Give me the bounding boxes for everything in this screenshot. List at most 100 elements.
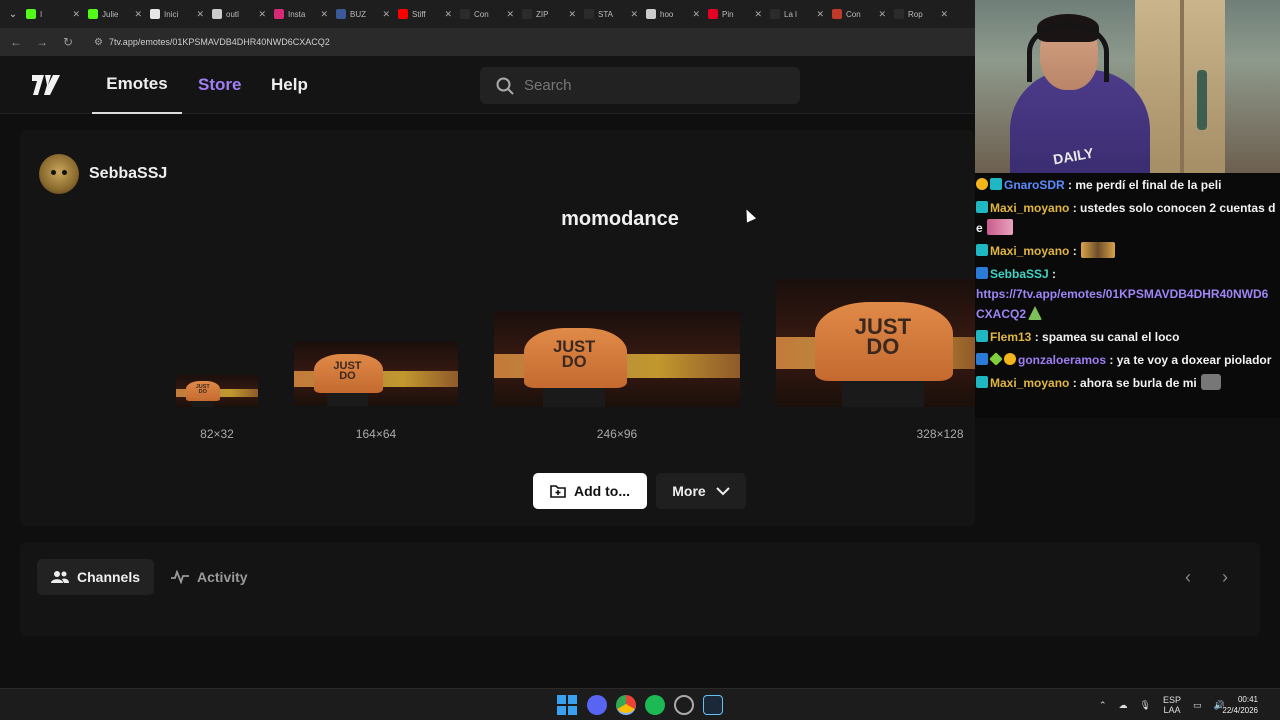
browser-tab[interactable]: BUZ ✕ <box>332 2 394 26</box>
close-tab-icon[interactable]: ✕ <box>630 9 638 20</box>
spotify-icon[interactable] <box>645 695 665 715</box>
emote-preview-image[interactable]: JUST DO <box>294 342 458 406</box>
clock-time: 00:41 <box>1237 695 1258 704</box>
chat-badge-icon <box>976 201 988 213</box>
taskbar-clock[interactable]: 00:41 22/4/2026 <box>1222 694 1258 716</box>
back-icon[interactable]: ← <box>8 34 24 50</box>
tab-favicon-icon <box>894 9 904 19</box>
emote-tabs-panel: Channels Activity ‹ › <box>20 542 1260 636</box>
browser-tab[interactable]: Con ✕ <box>828 2 890 26</box>
chat-message: gonzaloeramos : ya te voy a doxear piola… <box>976 350 1276 370</box>
tab-favicon-icon <box>770 9 780 19</box>
headset-icon <box>1027 22 1109 82</box>
chat-username[interactable]: Maxi_moyano <box>990 376 1069 390</box>
windows-start-icon[interactable] <box>557 695 577 715</box>
close-tab-icon[interactable]: ✕ <box>568 9 576 20</box>
chat-username[interactable]: Maxi_moyano <box>990 201 1069 215</box>
browser-tab[interactable]: Stiff ✕ <box>394 2 456 26</box>
browser-tab[interactable]: I ✕ <box>22 2 84 26</box>
browser-tab[interactable]: hoo ✕ <box>642 2 704 26</box>
tray-expand-icon[interactable]: ⌃ <box>1099 700 1107 711</box>
search-input[interactable]: Search <box>480 67 800 104</box>
chat-username[interactable]: Maxi_moyano <box>990 244 1069 258</box>
emote-preview-image[interactable]: JUST DO <box>494 311 740 407</box>
close-tab-icon[interactable]: ✕ <box>134 9 142 20</box>
activity-icon <box>171 570 189 584</box>
users-icon <box>51 571 69 583</box>
tab-label: outl <box>226 9 239 19</box>
browser-tab[interactable]: Insta ✕ <box>270 2 332 26</box>
forward-icon[interactable]: → <box>34 34 50 50</box>
emote-preview-image[interactable]: JUST DO <box>176 375 258 407</box>
network-icon[interactable]: ▭ <box>1193 700 1202 711</box>
emote-size-label: 82×32 <box>200 427 234 441</box>
tab-label: Con <box>474 9 489 19</box>
tab-activity[interactable]: Activity <box>157 559 262 595</box>
discord-icon[interactable] <box>587 695 607 715</box>
chat-link[interactable]: https://7tv.app/emotes/01KPSMAVDB4DHR40N… <box>976 287 1268 321</box>
tab-label: La l <box>784 9 797 19</box>
next-page-icon[interactable]: › <box>1214 566 1236 588</box>
close-tab-icon[interactable]: ✕ <box>72 9 80 20</box>
more-button[interactable]: More <box>656 473 746 509</box>
tab-favicon-icon <box>460 9 470 19</box>
tab-favicon-icon <box>336 9 346 19</box>
close-tab-icon[interactable]: ✕ <box>444 9 452 20</box>
browser-tab[interactable]: La l ✕ <box>766 2 828 26</box>
chat-message: SebbaSSJ : https://7tv.app/emotes/01KPSMA… <box>976 264 1276 324</box>
chat-username[interactable]: Flem13 <box>990 330 1031 344</box>
steam-icon[interactable] <box>703 695 723 715</box>
emote-preview-image[interactable]: JUST DO <box>776 279 975 407</box>
shirt-text: JUST DO <box>195 383 210 395</box>
close-tab-icon[interactable]: ✕ <box>506 9 514 20</box>
microphone-icon[interactable]: 🎙 <box>1140 700 1151 711</box>
settings-gear-icon[interactable] <box>674 695 694 715</box>
close-tab-icon[interactable]: ✕ <box>940 9 948 20</box>
reload-icon[interactable]: ↻ <box>60 34 76 50</box>
7tv-logo-icon[interactable] <box>31 72 61 98</box>
site-header: Emotes Store Help Search <box>0 56 975 114</box>
owner-name[interactable]: SebbaSSJ <box>89 165 167 183</box>
chat-username[interactable]: gonzaloeramos <box>1018 353 1106 367</box>
browser-tab[interactable]: Julie ✕ <box>84 2 146 26</box>
site-info-icon[interactable]: ⚙ <box>94 37 103 48</box>
nav-help[interactable]: Help <box>271 56 308 114</box>
close-tab-icon[interactable]: ✕ <box>692 9 700 20</box>
tab-label: STA <box>598 9 613 19</box>
tab-search-icon[interactable]: ⌄ <box>4 5 22 23</box>
close-tab-icon[interactable]: ✕ <box>816 9 824 20</box>
cloud-icon[interactable]: ☁ <box>1119 700 1128 711</box>
avatar-eye <box>51 170 56 175</box>
address-bar[interactable]: ⚙ 7tv.app/emotes/01KPSMAVDB4DHR40NWD6CXA… <box>94 37 330 48</box>
lang-top: ESP <box>1162 695 1181 705</box>
tab-channels[interactable]: Channels <box>37 559 155 595</box>
browser-tab[interactable]: STA ✕ <box>580 2 642 26</box>
browser-tab[interactable]: ZIP ✕ <box>518 2 580 26</box>
chrome-icon[interactable] <box>616 695 636 715</box>
browser-tab-bar: ⌄ I ✕ Julie ✕ Inici ✕ outl ✕ Insta ✕ BUZ ✕ Stiff ✕ Con… <box>0 0 975 28</box>
tab-label: Inici <box>164 9 179 19</box>
browser-tab[interactable]: Pin ✕ <box>704 2 766 26</box>
tab-label: Stiff <box>412 9 426 19</box>
nav-emotes[interactable]: Emotes <box>92 56 182 114</box>
close-tab-icon[interactable]: ✕ <box>382 9 390 20</box>
browser-tab[interactable]: Rop ✕ <box>890 2 952 26</box>
nav-store[interactable]: Store <box>198 56 241 114</box>
chat-username[interactable]: GnaroSDR <box>1004 178 1065 192</box>
owner-avatar[interactable] <box>39 154 79 194</box>
close-tab-icon[interactable]: ✕ <box>878 9 886 20</box>
close-tab-icon[interactable]: ✕ <box>320 9 328 20</box>
add-to-button[interactable]: Add to... <box>533 473 647 509</box>
close-tab-icon[interactable]: ✕ <box>196 9 204 20</box>
clock-date: 22/4/2026 <box>1222 706 1258 715</box>
close-tab-icon[interactable]: ✕ <box>258 9 266 20</box>
browser-tab[interactable]: Inici ✕ <box>146 2 208 26</box>
browser-tab[interactable]: outl ✕ <box>208 2 270 26</box>
language-indicator[interactable]: ESP LAA <box>1163 695 1181 715</box>
browser-tab[interactable]: Con ✕ <box>456 2 518 26</box>
close-tab-icon[interactable]: ✕ <box>754 9 762 20</box>
chat-username[interactable]: SebbaSSJ <box>990 267 1049 281</box>
tab-favicon-icon <box>150 9 160 19</box>
webcam-mic <box>1197 70 1207 130</box>
previous-page-icon[interactable]: ‹ <box>1177 566 1199 588</box>
